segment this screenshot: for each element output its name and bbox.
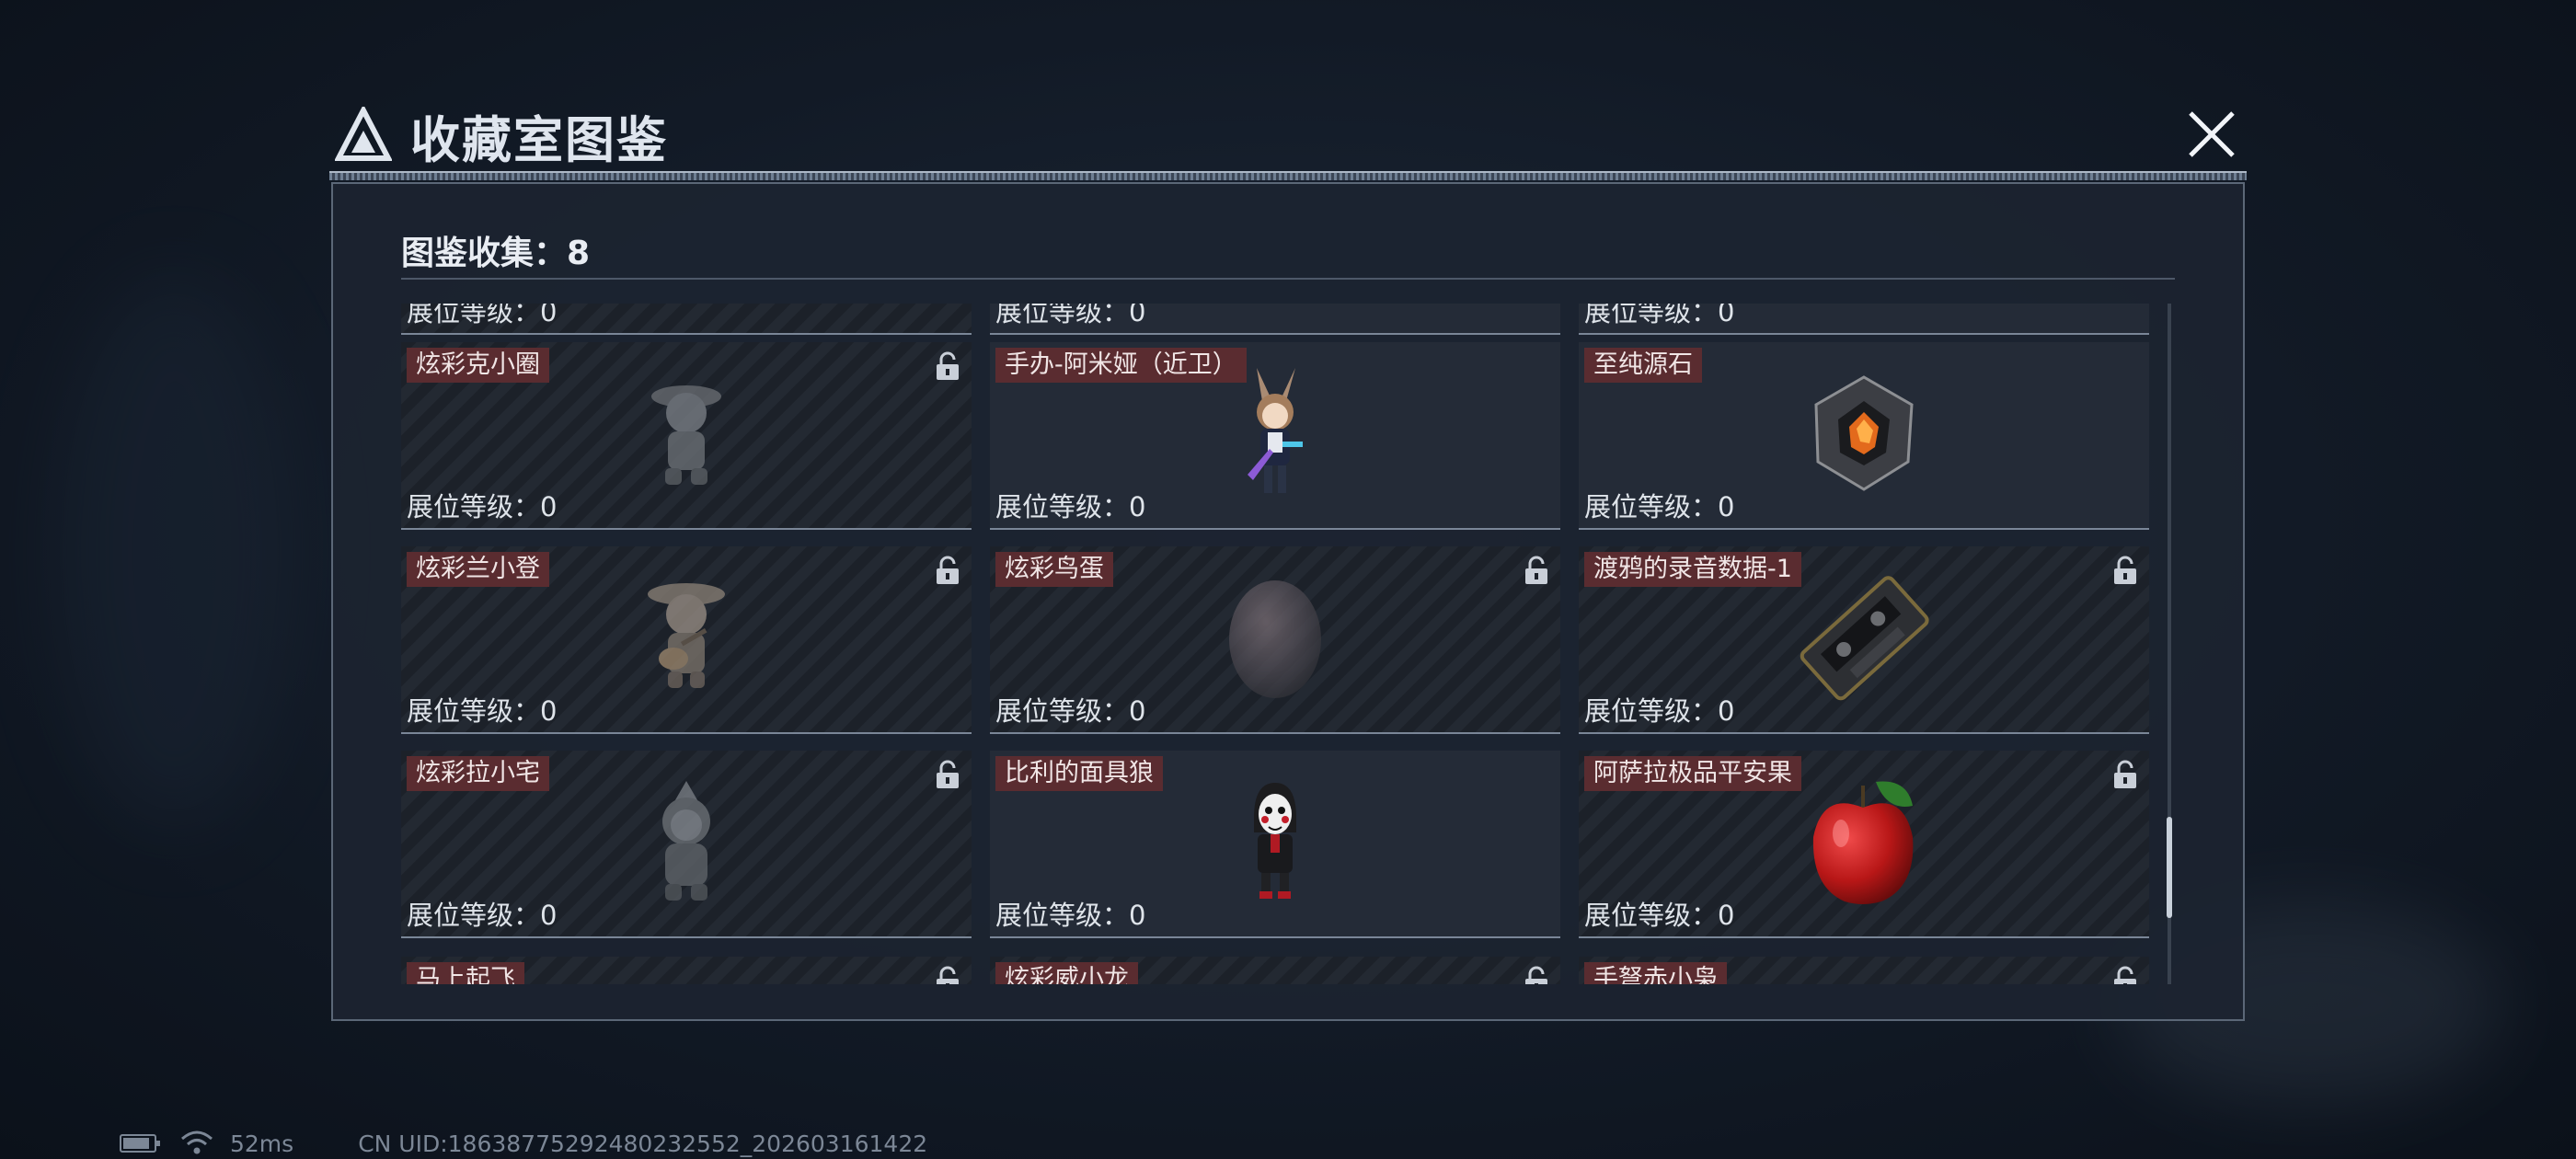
background-blur — [55, 276, 294, 828]
item-name: 炫彩鸟蛋 — [995, 552, 1113, 587]
lock-icon — [935, 556, 960, 585]
collection-item-card[interactable]: 炫彩兰小登展位等级：0 — [401, 546, 972, 734]
item-name: 渡鸦的录音数据-1 — [1584, 552, 1801, 587]
collection-item-card[interactable]: 马上起飞 — [401, 957, 972, 984]
status-bar: 52ms CN UID:18638775292480232552_2026031… — [120, 1130, 927, 1157]
lock-icon — [2112, 760, 2138, 789]
collection-item-card[interactable]: 展位等级：0 — [401, 304, 972, 335]
item-name: 炫彩兰小登 — [407, 552, 549, 587]
dialog-header: 收藏室图鉴 — [335, 103, 668, 169]
battery-icon — [120, 1134, 160, 1153]
item-level: 展位等级：0 — [995, 900, 1146, 931]
item-level: 展位等级：0 — [407, 491, 558, 522]
collection-item-card[interactable]: 展位等级：0 — [990, 304, 1560, 335]
triangle-logo-icon — [335, 107, 392, 161]
dialog-title: 收藏室图鉴 — [410, 110, 668, 169]
guitar-doll-icon — [640, 578, 732, 701]
lock-icon — [935, 966, 960, 984]
divider — [401, 278, 2175, 280]
item-level: 展位等级：0 — [1584, 491, 1735, 522]
item-level: 展位等级：0 — [407, 304, 558, 327]
collection-grid[interactable]: 展位等级：0 展位等级：0 展位等级：0 炫彩克小圈 展位等级：0 手办-阿米娅（近卫）展… — [401, 304, 2153, 984]
item-name: 比利的面具狼 — [995, 756, 1163, 791]
close-button[interactable] — [2180, 103, 2243, 166]
uid-text: CN UID:18638775292480232552_202603161422 — [358, 1130, 928, 1157]
hooded-doll-icon — [645, 777, 728, 910]
lock-icon — [1524, 556, 1549, 585]
lock-icon — [935, 351, 960, 381]
ping-value: 52ms — [230, 1130, 294, 1157]
lock-icon — [2112, 556, 2138, 585]
collection-item-card[interactable]: 手弩赤小枭 — [1579, 957, 2149, 984]
collection-item-card[interactable]: 至纯源石展位等级：0 — [1579, 342, 2149, 530]
item-name: 炫彩拉小宅 — [407, 756, 549, 791]
collection-item-card[interactable]: 炫彩威小龙 — [990, 957, 1560, 984]
collection-item-card[interactable]: 展位等级：0 — [1579, 304, 2149, 335]
item-level: 展位等级：0 — [407, 900, 558, 931]
item-level: 展位等级：0 — [1584, 304, 1735, 327]
collection-item-card[interactable]: 手办-阿米娅（近卫） 展位等级：0 — [990, 342, 1560, 530]
close-icon[interactable] — [2185, 108, 2238, 161]
item-name: 炫彩威小龙 — [995, 962, 1138, 984]
item-name: 手办-阿米娅（近卫） — [995, 348, 1247, 383]
item-level: 展位等级：0 — [995, 695, 1146, 727]
originium-crystal-icon — [1809, 373, 1919, 497]
doll-figure-icon — [645, 378, 728, 492]
puppet-mask-icon — [1234, 777, 1317, 910]
collection-item-card[interactable]: 炫彩克小圈展位等级：0 — [401, 342, 972, 530]
cassette-tape-icon — [1795, 573, 1933, 706]
collection-item-card[interactable]: 比利的面具狼展位等级：0 — [990, 751, 1560, 938]
item-level: 展位等级：0 — [995, 304, 1146, 327]
lock-icon — [1524, 966, 1549, 984]
item-level: 展位等级：0 — [1584, 695, 1735, 727]
item-name: 至纯源石 — [1584, 348, 1702, 383]
wifi-icon — [181, 1130, 213, 1154]
amiya-figure-icon — [1229, 364, 1321, 506]
lock-icon — [2112, 966, 2138, 984]
item-name: 手弩赤小枭 — [1584, 962, 1727, 984]
item-level: 展位等级：0 — [995, 491, 1146, 522]
collection-count: 图鉴收集：8 — [401, 235, 591, 272]
scrollbar-thumb[interactable] — [2167, 817, 2172, 918]
header-divider — [329, 171, 2247, 180]
lock-icon — [935, 760, 960, 789]
collection-item-card[interactable]: 阿萨拉极品平安果展位等级：0 — [1579, 751, 2149, 938]
item-level: 展位等级：0 — [1584, 900, 1735, 931]
egg-icon — [1225, 573, 1326, 706]
apple-icon — [1804, 773, 1924, 914]
item-name: 炫彩克小圈 — [407, 348, 549, 383]
collection-item-card[interactable]: 炫彩鸟蛋展位等级：0 — [990, 546, 1560, 734]
collection-item-card[interactable]: 炫彩拉小宅展位等级：0 — [401, 751, 972, 938]
item-name: 马上起飞 — [407, 962, 524, 984]
item-level: 展位等级：0 — [407, 695, 558, 727]
item-name: 阿萨拉极品平安果 — [1584, 756, 1801, 791]
collection-item-card[interactable]: 渡鸦的录音数据-1 展位等级：0 — [1579, 546, 2149, 734]
